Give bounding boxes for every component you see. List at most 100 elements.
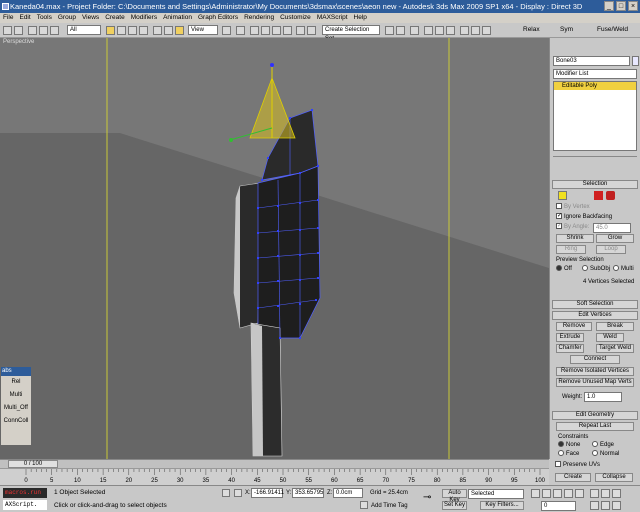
zoom-extents-icon[interactable] bbox=[612, 489, 621, 498]
align-icon[interactable] bbox=[396, 26, 405, 35]
region-select-icon[interactable] bbox=[128, 26, 137, 35]
by-vertex-checkbox[interactable]: By Vertex bbox=[556, 203, 590, 211]
loop-button[interactable]: Loop bbox=[596, 245, 626, 254]
target-weld-button[interactable]: Target Weld bbox=[596, 344, 634, 353]
remove-unused-map-verts-button[interactable]: Remove Unused Map Verts bbox=[556, 378, 634, 387]
extrude-button[interactable]: Extrude bbox=[556, 333, 584, 342]
menu-animation[interactable]: Animation bbox=[163, 13, 192, 23]
macro-recorder-line-2[interactable]: AXScript. bbox=[3, 500, 47, 510]
y-coord-field[interactable]: 353.65795 bbox=[292, 488, 324, 498]
time-tag-icon[interactable] bbox=[360, 501, 368, 509]
fuse-weld-button[interactable]: Fuse/Weld bbox=[597, 25, 628, 35]
select-by-name-icon[interactable] bbox=[117, 26, 126, 35]
undo-icon[interactable] bbox=[3, 26, 12, 35]
menu-maxscript[interactable]: MAXScript bbox=[317, 13, 348, 23]
preserve-uvs-checkbox[interactable]: Preserve UVs bbox=[555, 461, 600, 469]
collapse-button[interactable]: Collapse bbox=[595, 473, 633, 482]
play-icon[interactable] bbox=[553, 489, 562, 498]
rel-button[interactable]: Rel bbox=[1, 376, 31, 389]
curve-editor-icon[interactable] bbox=[424, 26, 433, 35]
layer-manager-icon[interactable] bbox=[410, 26, 419, 35]
by-angle-checkbox[interactable]: ✓ By Angle: bbox=[556, 223, 589, 231]
time-slider-thumb[interactable]: 0 / 100 bbox=[8, 460, 58, 468]
track-bar[interactable]: 0 5 10 15 20 25 30 35 40 45 50 55 60 65 70 75 80 85 90 95 10… bbox=[0, 468, 549, 485]
field-of-view-icon[interactable] bbox=[590, 501, 599, 510]
multi-off-button[interactable]: Multi_Off bbox=[1, 402, 31, 415]
viewport-label[interactable]: Perspective bbox=[3, 39, 34, 45]
weight-spinner[interactable]: 1.0 bbox=[584, 392, 622, 402]
mirror-icon[interactable] bbox=[385, 26, 394, 35]
angle-spinner[interactable]: 45.0 bbox=[593, 223, 631, 233]
object-name-field[interactable]: Bone03 bbox=[553, 56, 630, 66]
edit-vertices-rollout-header[interactable]: Edit Vertices bbox=[552, 311, 638, 320]
element-icon[interactable] bbox=[606, 191, 615, 200]
render-setup-icon[interactable] bbox=[460, 26, 469, 35]
weld-button[interactable]: Weld bbox=[596, 333, 624, 342]
ring-button[interactable]: Ring bbox=[556, 245, 586, 254]
stack-item-editable-poly[interactable]: Editable Poly bbox=[554, 82, 636, 90]
maximize-button[interactable]: □ bbox=[616, 1, 626, 11]
menu-graph-editors[interactable]: Graph Editors bbox=[198, 13, 238, 23]
next-frame-icon[interactable] bbox=[564, 489, 573, 498]
preview-off-radio[interactable]: Off bbox=[556, 265, 572, 273]
set-key-button[interactable]: Set Key bbox=[442, 501, 467, 510]
add-time-tag-button[interactable]: Add Time Tag bbox=[371, 502, 408, 510]
shrink-button[interactable]: Shrink bbox=[556, 234, 594, 243]
select-object-icon[interactable] bbox=[106, 26, 115, 35]
connect-button[interactable]: Connect bbox=[570, 355, 620, 364]
multi-button[interactable]: Multi bbox=[1, 389, 31, 402]
go-to-end-icon[interactable] bbox=[575, 489, 584, 498]
schematic-view-icon[interactable] bbox=[435, 26, 444, 35]
preview-subobj-radio[interactable]: SubObj bbox=[582, 265, 610, 273]
preview-multi-radio[interactable]: Multi bbox=[613, 265, 634, 273]
menu-file[interactable]: File bbox=[3, 13, 13, 23]
constraint-edge-radio[interactable]: Edge bbox=[592, 441, 614, 449]
modifier-list-dropdown[interactable]: Modifier List bbox=[553, 69, 637, 79]
quick-render-icon[interactable] bbox=[482, 26, 491, 35]
constraint-none-radio[interactable]: None bbox=[558, 441, 580, 449]
menu-create[interactable]: Create bbox=[105, 13, 125, 23]
menu-views[interactable]: Views bbox=[82, 13, 99, 23]
absolute-mode-icon[interactable] bbox=[234, 489, 242, 497]
break-button[interactable]: Break bbox=[596, 322, 634, 331]
sym-button[interactable]: Sym bbox=[560, 25, 573, 35]
create-button[interactable]: Create bbox=[555, 473, 591, 482]
material-editor-icon[interactable] bbox=[446, 26, 455, 35]
rotate-icon[interactable] bbox=[164, 26, 173, 35]
snap-3d-icon[interactable] bbox=[250, 26, 259, 35]
edit-named-selection-icon[interactable] bbox=[296, 26, 305, 35]
remove-button[interactable]: Remove bbox=[556, 322, 592, 331]
constraint-normal-radio[interactable]: Normal bbox=[592, 450, 619, 458]
minimize-button[interactable]: _ bbox=[604, 1, 614, 11]
angle-snap-icon[interactable] bbox=[261, 26, 270, 35]
macro-recorder-line-1[interactable]: macros.run bbox=[3, 488, 47, 498]
menu-customize[interactable]: Customize bbox=[280, 13, 311, 23]
edge-icon[interactable] bbox=[570, 191, 579, 200]
menu-help[interactable]: Help bbox=[354, 13, 367, 23]
repeat-last-button[interactable]: Repeat Last bbox=[556, 422, 634, 431]
close-button[interactable]: × bbox=[628, 1, 638, 11]
menu-group[interactable]: Group bbox=[58, 13, 76, 23]
relax-button[interactable]: Relax bbox=[523, 25, 540, 35]
unlink-icon[interactable] bbox=[39, 26, 48, 35]
current-frame-field[interactable]: 0 bbox=[541, 501, 576, 511]
spinner-snap-icon[interactable] bbox=[283, 26, 292, 35]
link-icon[interactable] bbox=[28, 26, 37, 35]
pivot-icon[interactable] bbox=[222, 26, 231, 35]
menu-edit[interactable]: Edit bbox=[19, 13, 30, 23]
grow-button[interactable]: Grow bbox=[596, 234, 634, 243]
menu-rendering[interactable]: Rendering bbox=[244, 13, 274, 23]
go-to-start-icon[interactable] bbox=[531, 489, 540, 498]
key-filters-button[interactable]: Key Filters... bbox=[480, 501, 524, 510]
soft-selection-rollout-header[interactable]: Soft Selection bbox=[552, 300, 638, 309]
pan-icon[interactable] bbox=[601, 501, 610, 510]
key-icon[interactable]: ⊸ bbox=[423, 492, 435, 504]
redo-icon[interactable] bbox=[14, 26, 23, 35]
ignore-backfacing-checkbox[interactable]: ✓ Ignore Backfacing bbox=[556, 213, 612, 221]
auto-key-button[interactable]: Auto Key bbox=[442, 489, 467, 503]
chamfer-button[interactable]: Chamfer bbox=[556, 344, 584, 353]
menu-modifiers[interactable]: Modifiers bbox=[131, 13, 157, 23]
previous-frame-icon[interactable] bbox=[542, 489, 551, 498]
named-selection-icon[interactable] bbox=[307, 26, 316, 35]
scale-icon[interactable] bbox=[175, 26, 184, 35]
